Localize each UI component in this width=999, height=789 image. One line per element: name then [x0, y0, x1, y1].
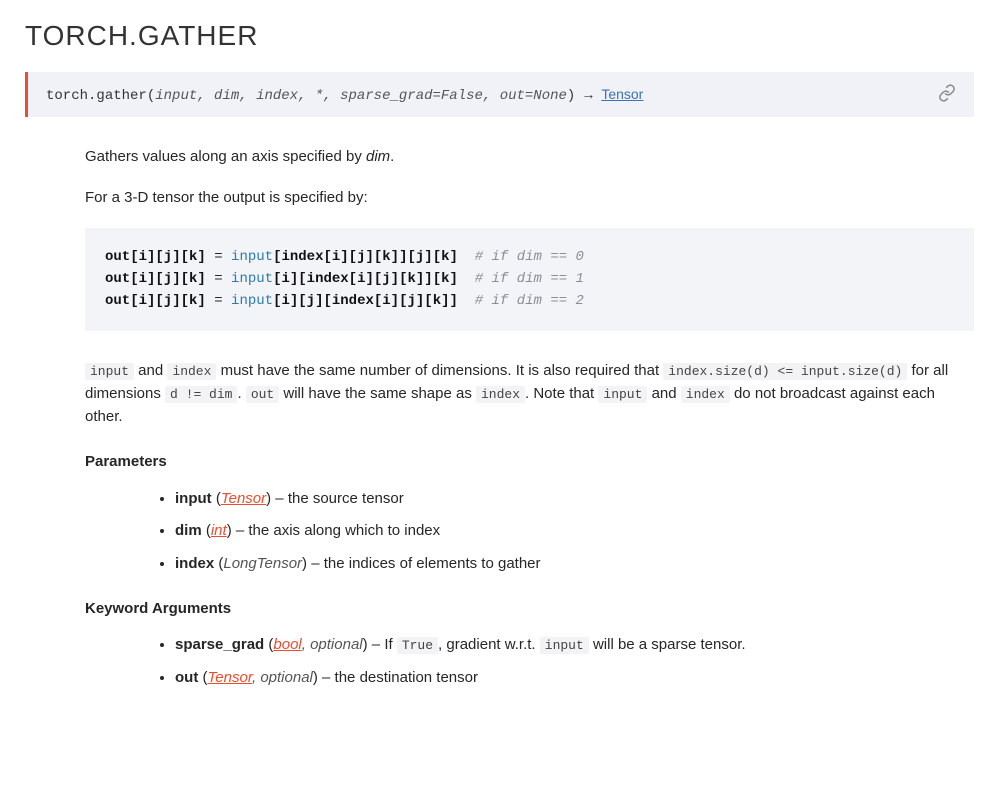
- text: and: [647, 385, 680, 402]
- param-name: input: [175, 490, 212, 507]
- sig-open-paren: (: [147, 88, 155, 104]
- code-comment: # if dim == 1: [458, 271, 584, 287]
- inline-code: out: [246, 386, 279, 403]
- sig-name: gather: [96, 88, 146, 104]
- code: =: [206, 293, 231, 309]
- code: [index[i][j][k]][j][k]: [273, 249, 458, 265]
- code: [i][j][index[i][j][k]]: [273, 293, 458, 309]
- sig-return-type[interactable]: Tensor: [601, 86, 643, 102]
- param-name: out: [175, 669, 198, 686]
- param-type: LongTensor: [223, 555, 302, 572]
- kwargs-heading: Keyword Arguments: [85, 597, 974, 620]
- param-name: dim: [175, 522, 202, 539]
- code: out[i][j][k]: [105, 293, 206, 309]
- code: [i][index[i][j][k]][k]: [273, 271, 458, 287]
- param-type-link[interactable]: Tensor: [208, 669, 252, 686]
- parameters-heading: Parameters: [85, 450, 974, 473]
- code-comment: # if dim == 2: [458, 293, 584, 309]
- text: .: [390, 148, 394, 165]
- sig-qualifier: torch.: [46, 88, 96, 104]
- code: out[i][j][k]: [105, 271, 206, 287]
- param-index: index (LongTensor) – the indices of elem…: [175, 553, 974, 576]
- code-comment: # if dim == 0: [458, 249, 584, 265]
- sig-params: input, dim, index, *, sparse_grad=False,…: [155, 88, 567, 104]
- text: will have the same shape as: [279, 385, 476, 402]
- param-type-link[interactable]: Tensor: [221, 490, 266, 507]
- function-signature: torch.gather(input, dim, index, *, spars…: [25, 72, 974, 117]
- param-type: , optional: [252, 669, 313, 686]
- inline-code: index: [167, 363, 216, 380]
- code-example: out[i][j][k] = input[index[i][j][k]][j][…: [85, 228, 974, 331]
- text: . Note that: [525, 385, 598, 402]
- intro-paragraph: Gathers values along an axis specified b…: [85, 145, 974, 168]
- inline-code: index: [681, 386, 730, 403]
- inline-code: input: [85, 363, 134, 380]
- param-type-link[interactable]: bool: [273, 636, 301, 653]
- for-3d-text: For a 3-D tensor the output is specified…: [85, 186, 974, 209]
- code: out[i][j][k]: [105, 249, 206, 265]
- inline-code: index.size(d) <= input.size(d): [663, 363, 907, 380]
- text: .: [237, 385, 245, 402]
- kwarg-sparse-grad: sparse_grad (bool, optional) – If True, …: [175, 634, 974, 657]
- param-name: sparse_grad: [175, 636, 264, 653]
- param-desc: – If: [368, 636, 397, 653]
- code: input: [231, 249, 273, 265]
- permalink-icon[interactable]: [938, 84, 956, 105]
- param-desc: – the source tensor: [271, 490, 404, 507]
- doc-body: Gathers values along an axis specified b…: [85, 145, 974, 689]
- kwarg-out: out (Tensor, optional) – the destination…: [175, 667, 974, 690]
- param-dim: dim (int) – the axis along which to inde…: [175, 520, 974, 543]
- param-input: input (Tensor) – the source tensor: [175, 488, 974, 511]
- inline-code: input: [540, 637, 589, 654]
- code: =: [206, 249, 231, 265]
- param-type: , optional: [302, 636, 363, 653]
- param-desc: – the destination tensor: [318, 669, 478, 686]
- parameters-list: input (Tensor) – the source tensor dim (…: [85, 488, 974, 576]
- text: and: [134, 362, 167, 379]
- param-type-link[interactable]: int: [211, 522, 227, 539]
- kwargs-list: sparse_grad (bool, optional) – If True, …: [85, 634, 974, 689]
- param-desc: will be a sparse tensor.: [589, 636, 746, 653]
- code: =: [206, 271, 231, 287]
- param-desc: , gradient w.r.t.: [438, 636, 540, 653]
- text: must have the same number of dimensions.…: [216, 362, 663, 379]
- inline-code: input: [598, 386, 647, 403]
- param-desc: – the axis along which to index: [232, 522, 440, 539]
- inline-code: True: [397, 637, 438, 654]
- sig-arrow: →: [581, 86, 595, 102]
- inline-code: d != dim: [165, 386, 237, 403]
- param-name: index: [175, 555, 214, 572]
- param-desc: – the indices of elements to gather: [307, 555, 540, 572]
- page-title: TORCH.GATHER: [25, 20, 974, 52]
- code: input: [231, 271, 273, 287]
- sig-close-paren: ): [567, 88, 575, 104]
- dim-param: dim: [366, 148, 390, 165]
- text: Gathers values along an axis specified b…: [85, 148, 366, 165]
- inline-code: index: [476, 386, 525, 403]
- dimensions-note: input and index must have the same numbe…: [85, 359, 974, 429]
- code: input: [231, 293, 273, 309]
